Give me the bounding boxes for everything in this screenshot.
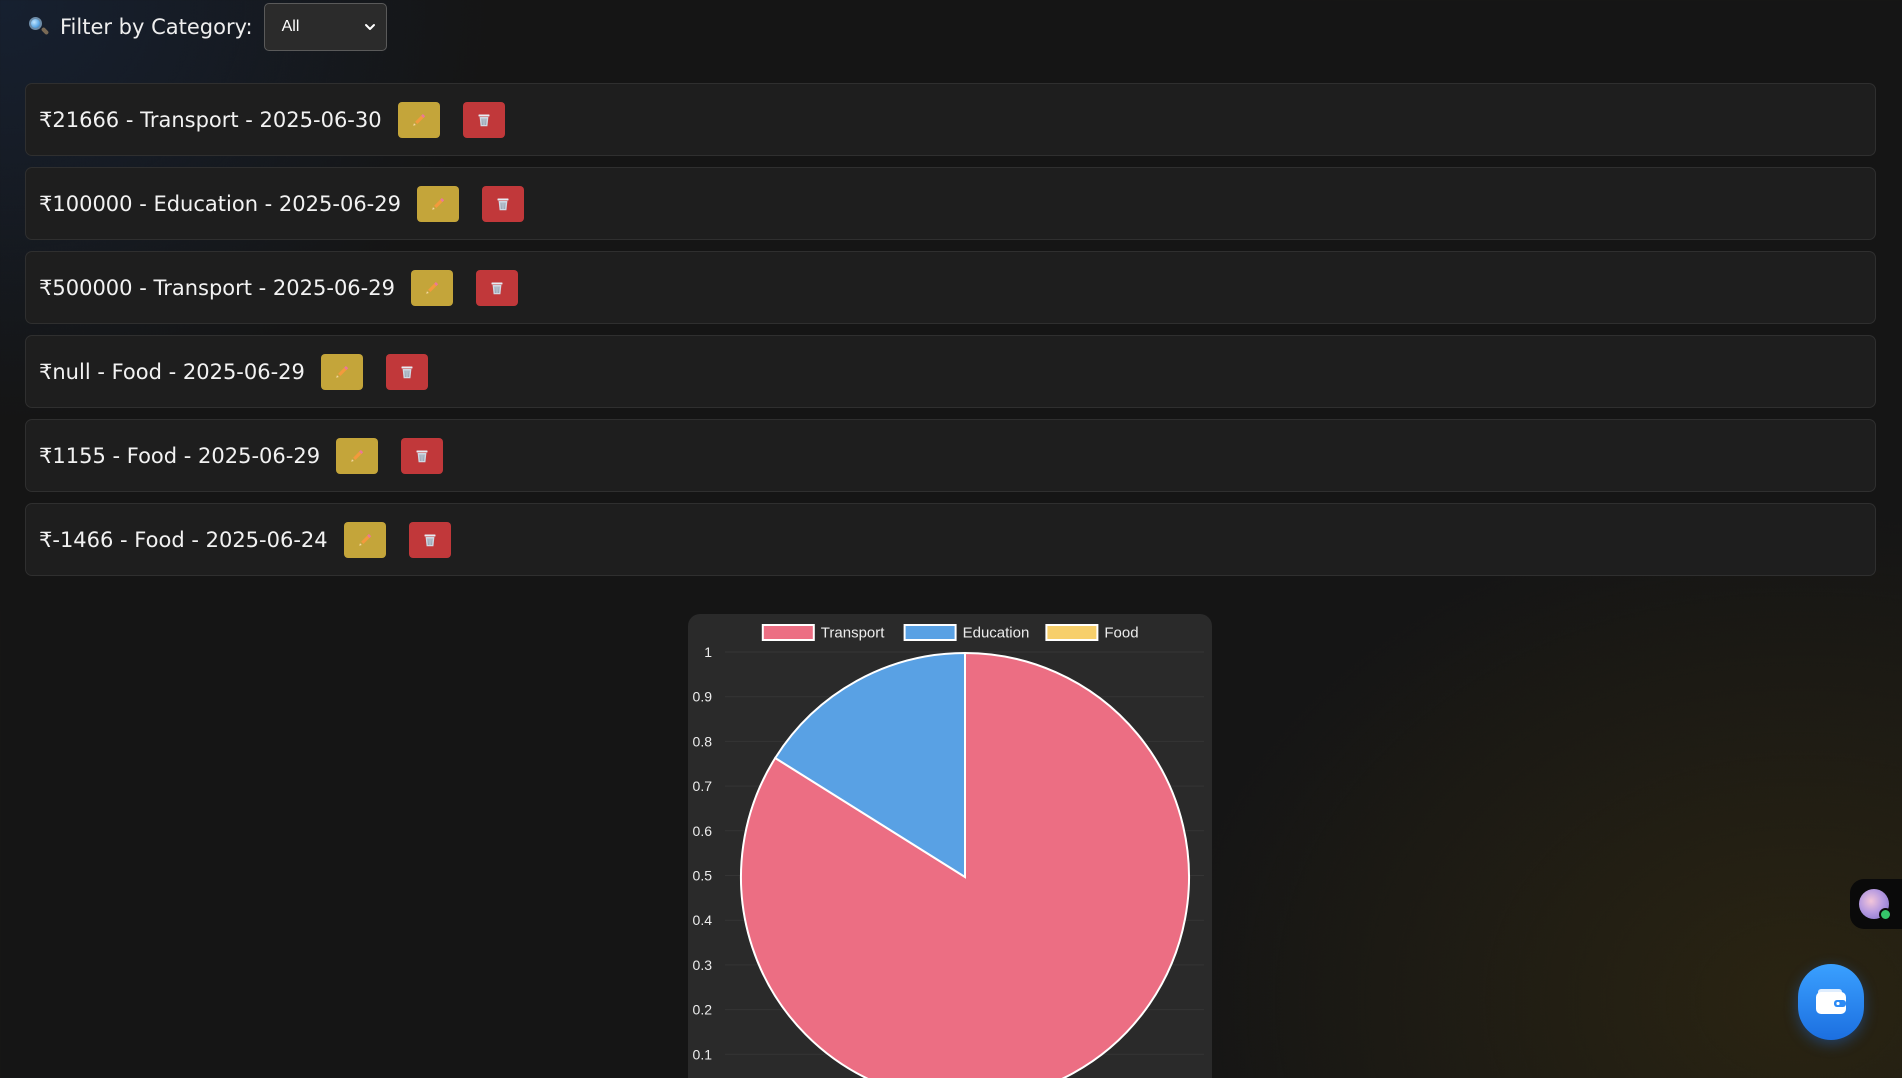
- y-tick-label: 0.6: [693, 823, 713, 839]
- expense-row: ₹21666 - Transport - 2025-06-30: [25, 83, 1876, 156]
- filter-label: Filter by Category:: [60, 15, 253, 39]
- legend-label-education[interactable]: Education: [963, 625, 1030, 642]
- category-pie-chart: 1 0.9 0.8 0.7 0.6 0.5 0.4 0.3 0.2 0.1 Transport Edu…: [688, 614, 1212, 1078]
- search-icon: [28, 16, 50, 38]
- pencil-icon: [351, 449, 364, 462]
- wallet-fab-button[interactable]: [1798, 964, 1864, 1040]
- y-tick-label: 1: [704, 644, 712, 660]
- delete-button[interactable]: [385, 353, 428, 390]
- pencil-icon: [426, 281, 439, 294]
- legend-swatch-education[interactable]: [903, 624, 957, 641]
- delete-button[interactable]: [481, 185, 524, 222]
- expense-row: ₹500000 - Transport - 2025-06-29: [25, 251, 1876, 324]
- pencil-icon: [336, 365, 349, 378]
- wallet-icon: [1816, 989, 1846, 1014]
- trash-icon: [416, 450, 428, 462]
- trash-icon: [401, 366, 413, 378]
- pencil-icon: [412, 113, 425, 126]
- edit-button[interactable]: [336, 437, 379, 474]
- y-tick-label: 0.1: [693, 1046, 713, 1062]
- y-tick-label: 0.5: [693, 868, 713, 884]
- trash-icon: [491, 282, 503, 294]
- delete-button[interactable]: [408, 521, 451, 558]
- category-select-value: All: [281, 18, 300, 35]
- y-tick-label: 0.3: [693, 957, 713, 973]
- trash-icon: [497, 198, 509, 210]
- expense-list: ₹21666 - Transport - 2025-06-30 ₹100000 -…: [25, 83, 1876, 587]
- expense-text: ₹21666 - Transport - 2025-06-30: [39, 107, 382, 132]
- legend-label-food[interactable]: Food: [1104, 625, 1138, 642]
- y-tick-label: 0.7: [693, 778, 713, 794]
- trash-icon: [478, 114, 490, 126]
- edit-button[interactable]: [410, 269, 453, 306]
- pencil-icon: [358, 533, 371, 546]
- expense-text: ₹1155 - Food - 2025-06-29: [39, 443, 321, 468]
- legend-swatch-food[interactable]: [1045, 624, 1099, 641]
- expense-text: ₹500000 - Transport - 2025-06-29: [39, 275, 395, 300]
- legend-label-transport[interactable]: Transport: [821, 625, 885, 642]
- delete-button[interactable]: [401, 437, 444, 474]
- delete-button[interactable]: [462, 101, 505, 138]
- delete-button[interactable]: [475, 269, 518, 306]
- category-select[interactable]: All: [263, 3, 387, 51]
- edit-button[interactable]: [343, 521, 386, 558]
- y-tick-label: 0.9: [693, 689, 713, 705]
- expense-text: ₹-1466 - Food - 2025-06-24: [39, 527, 328, 552]
- y-tick-label: 0.2: [693, 1002, 713, 1018]
- y-tick-label: 0.4: [693, 912, 713, 928]
- filter-row: Filter by Category: All: [28, 3, 387, 51]
- online-status-dot: [1879, 908, 1892, 921]
- chart-svg: 1 0.9 0.8 0.7 0.6 0.5 0.4 0.3 0.2 0.1 Transport Edu…: [693, 624, 1204, 1078]
- pencil-icon: [432, 197, 445, 210]
- edit-button[interactable]: [397, 101, 440, 138]
- assistant-widget[interactable]: [1850, 879, 1902, 929]
- expense-text: ₹100000 - Education - 2025-06-29: [39, 191, 401, 216]
- assistant-avatar-icon: [1859, 889, 1892, 921]
- expense-row: ₹100000 - Education - 2025-06-29: [25, 167, 1876, 240]
- expense-row: ₹1155 - Food - 2025-06-29: [25, 419, 1876, 492]
- expense-row: ₹null - Food - 2025-06-29: [25, 335, 1876, 408]
- trash-icon: [424, 534, 436, 546]
- y-tick-label: 0.8: [693, 733, 713, 749]
- chevron-down-icon: [364, 24, 375, 30]
- expense-row: ₹-1466 - Food - 2025-06-24: [25, 503, 1876, 576]
- edit-button[interactable]: [416, 185, 459, 222]
- legend-swatch-transport[interactable]: [761, 624, 815, 641]
- expense-text: ₹null - Food - 2025-06-29: [39, 359, 305, 384]
- edit-button[interactable]: [320, 353, 363, 390]
